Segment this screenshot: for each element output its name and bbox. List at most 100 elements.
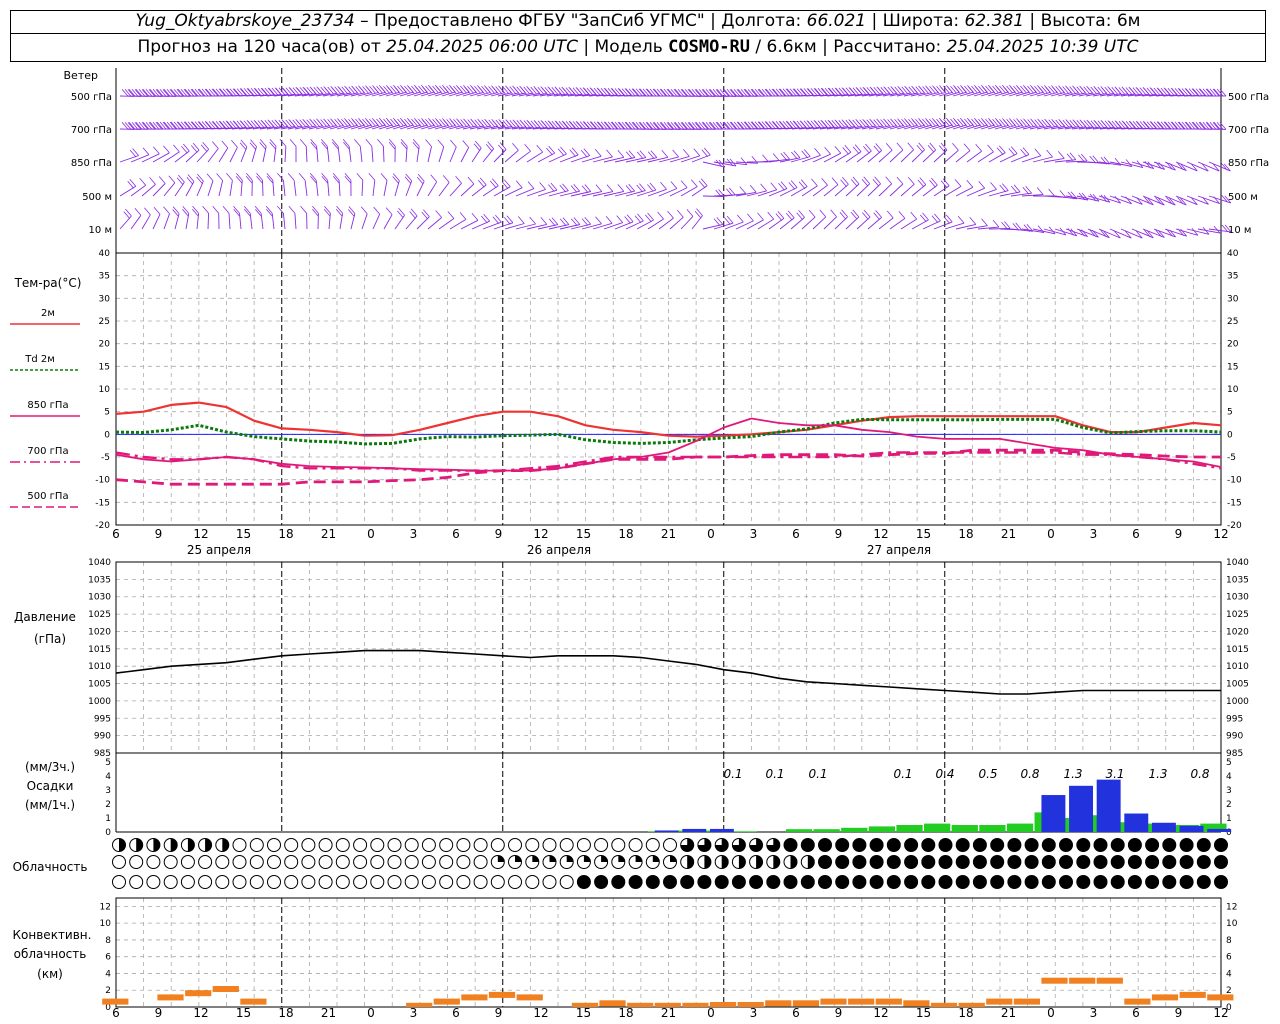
wind-barb-flag	[397, 85, 404, 94]
wind-barb-flag	[929, 86, 936, 94]
wind-barb-flag	[388, 141, 396, 150]
wind-barb	[823, 152, 842, 163]
wind-barb	[746, 219, 764, 230]
cloud-symbol	[267, 875, 281, 889]
cloud-symbol	[1041, 855, 1056, 869]
wind-barb-flag	[239, 142, 247, 151]
cloud-symbol	[1179, 855, 1194, 869]
cloud-symbol	[1059, 838, 1073, 852]
wind-barb-flag	[158, 176, 166, 184]
wind-barb-flag	[907, 176, 915, 185]
wind-barb-flag	[206, 173, 214, 181]
wind-barb-flag	[362, 86, 369, 94]
precip-3h-bar	[1041, 795, 1066, 832]
wind-barb-flag	[975, 144, 983, 152]
wind-barb-flag	[222, 205, 230, 214]
pressure-tick-right: 1030	[1226, 593, 1249, 603]
cloud-symbol	[1093, 875, 1108, 889]
precip-1h-bar	[841, 827, 868, 832]
cloud-symbol	[1007, 855, 1022, 869]
wind-barb-flag	[221, 140, 229, 149]
wind-barb	[603, 190, 624, 197]
wind-barb-flag	[617, 184, 625, 192]
wind-barb-flag	[211, 141, 219, 149]
hour-tick-bottom: 18	[278, 1006, 293, 1020]
wind-barb-flag	[412, 139, 420, 147]
cloud-symbol	[421, 855, 436, 869]
wind-barb-flag	[894, 86, 902, 95]
wind-barb-flag	[377, 138, 384, 147]
convective-bar	[627, 1002, 654, 1007]
wind-barb-flag	[896, 142, 904, 151]
wind-barb-flag	[617, 150, 625, 158]
precip-1h-bar	[868, 826, 896, 832]
wind-barb-flag	[1092, 155, 1100, 163]
wind-barb	[504, 149, 519, 163]
cloud-symbol	[198, 855, 213, 869]
cloud-fill	[515, 855, 522, 862]
wind-barb-flag	[435, 210, 443, 218]
wind-barb	[371, 146, 374, 163]
wind-barb-flag	[957, 215, 965, 224]
wind-barb-flag	[430, 174, 438, 183]
wind-barb-flag	[873, 119, 881, 127]
wind-barb-flag	[269, 142, 277, 150]
wind-barb-flag	[885, 176, 893, 185]
wind-barb-flag	[728, 187, 736, 196]
wind-barb-flag	[964, 85, 971, 94]
wind-barb-flag	[1090, 120, 1098, 128]
wind-barb-flag	[462, 140, 470, 148]
wind-barb-flag	[1001, 221, 1008, 230]
cloud-symbol	[1127, 875, 1142, 889]
wind-barb-flag	[467, 176, 475, 185]
precip-total-label: 0.1	[808, 767, 827, 781]
wind-barb-flag	[512, 143, 519, 151]
wind-barb-flag	[824, 146, 831, 155]
wind-barb-flag	[660, 182, 667, 190]
wind-barb-flag	[808, 209, 816, 218]
cloud-symbol	[818, 838, 832, 852]
cloud-symbol	[1145, 838, 1160, 852]
convective-title-1: Конвективн.	[13, 928, 92, 942]
wind-barb-flag	[1046, 149, 1053, 158]
wind-barb-flag	[1069, 119, 1077, 128]
wind-barb-flag	[527, 181, 535, 189]
cloud-fill	[187, 838, 195, 852]
wind-barb	[218, 180, 224, 197]
convective-bar	[1151, 994, 1179, 1001]
hour-tick-bottom: 15	[236, 1006, 251, 1020]
pressure-tick-left: 990	[94, 732, 111, 742]
cloud-symbol	[267, 838, 281, 852]
wind-barb-flag	[537, 120, 545, 129]
temp-tick-right: 35	[1227, 272, 1238, 282]
wind-barb	[438, 218, 455, 230]
cloud-symbol	[353, 838, 368, 852]
cloud-symbol	[370, 875, 385, 889]
wind-barb-flag	[676, 209, 684, 218]
precip-total-label: 0.8	[1190, 767, 1209, 781]
wind-barb-flag	[694, 210, 702, 219]
cloud-symbol	[387, 838, 402, 852]
convective-bar	[958, 1002, 985, 1007]
pressure-tick-left: 1035	[88, 575, 111, 585]
convective-bar	[1041, 977, 1068, 984]
wind-barb-flag	[1118, 87, 1126, 95]
wind-barb-flag	[187, 174, 195, 182]
wind-barb-flag	[540, 217, 548, 225]
wind-barb	[735, 220, 754, 230]
hour-tick-bottom: 9	[1175, 1006, 1183, 1020]
cloud-symbol	[697, 875, 712, 889]
conv-tick-right: 4	[1226, 969, 1232, 979]
wind-barb-flag	[471, 213, 479, 221]
cloud-symbol	[542, 875, 557, 889]
wind-level-label-left: 500 гПа	[71, 92, 112, 103]
temp-tick-right: 0	[1227, 430, 1233, 440]
wind-barb	[658, 188, 678, 197]
precip-1h-bar	[924, 823, 951, 832]
convective-bar	[240, 998, 267, 1005]
wind-barb	[130, 154, 150, 163]
wind-barb-flag	[423, 209, 430, 217]
wind-barb	[438, 146, 445, 163]
cloud-symbol	[835, 838, 850, 852]
wind-barb	[229, 147, 238, 163]
